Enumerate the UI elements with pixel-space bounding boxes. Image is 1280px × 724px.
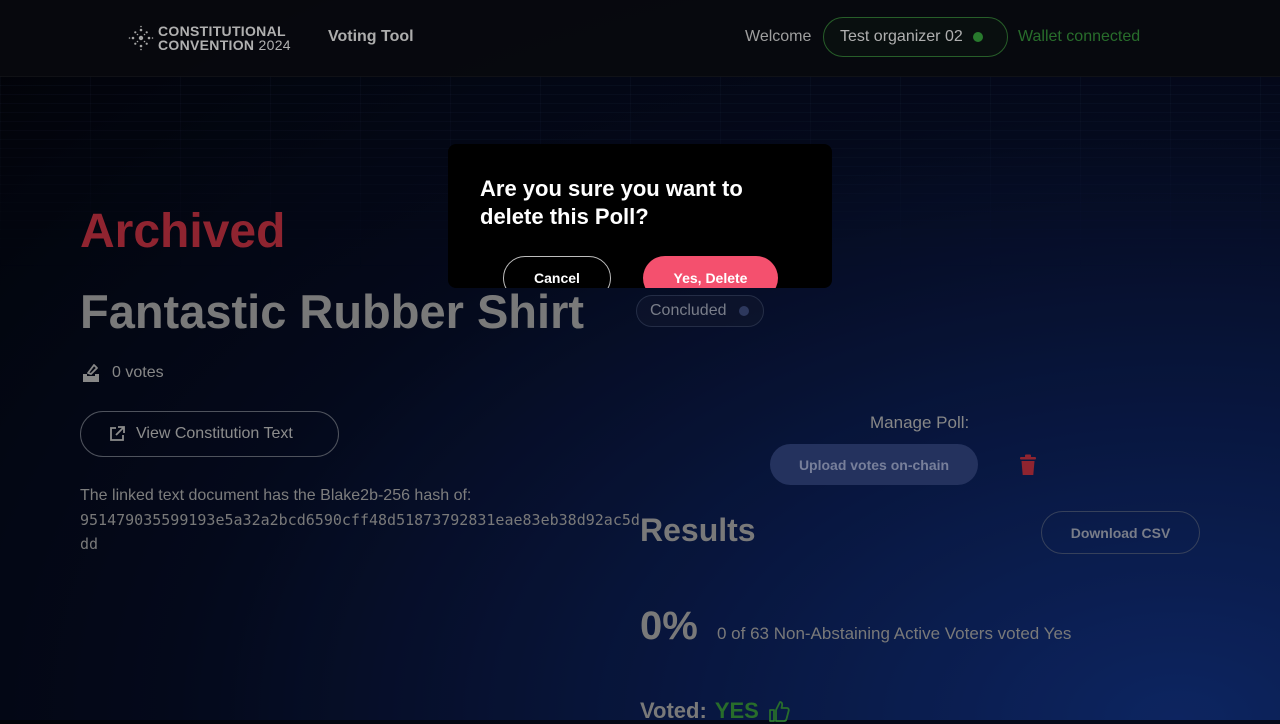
confirm-delete-button[interactable]: Yes, Delete: [643, 256, 778, 288]
delete-confirmation-dialog: Are you sure you want to delete this Pol…: [448, 144, 832, 288]
dialog-title: Are you sure you want to delete this Pol…: [480, 176, 743, 229]
cancel-button[interactable]: Cancel: [503, 256, 611, 288]
modal-backdrop[interactable]: [0, 0, 1280, 720]
